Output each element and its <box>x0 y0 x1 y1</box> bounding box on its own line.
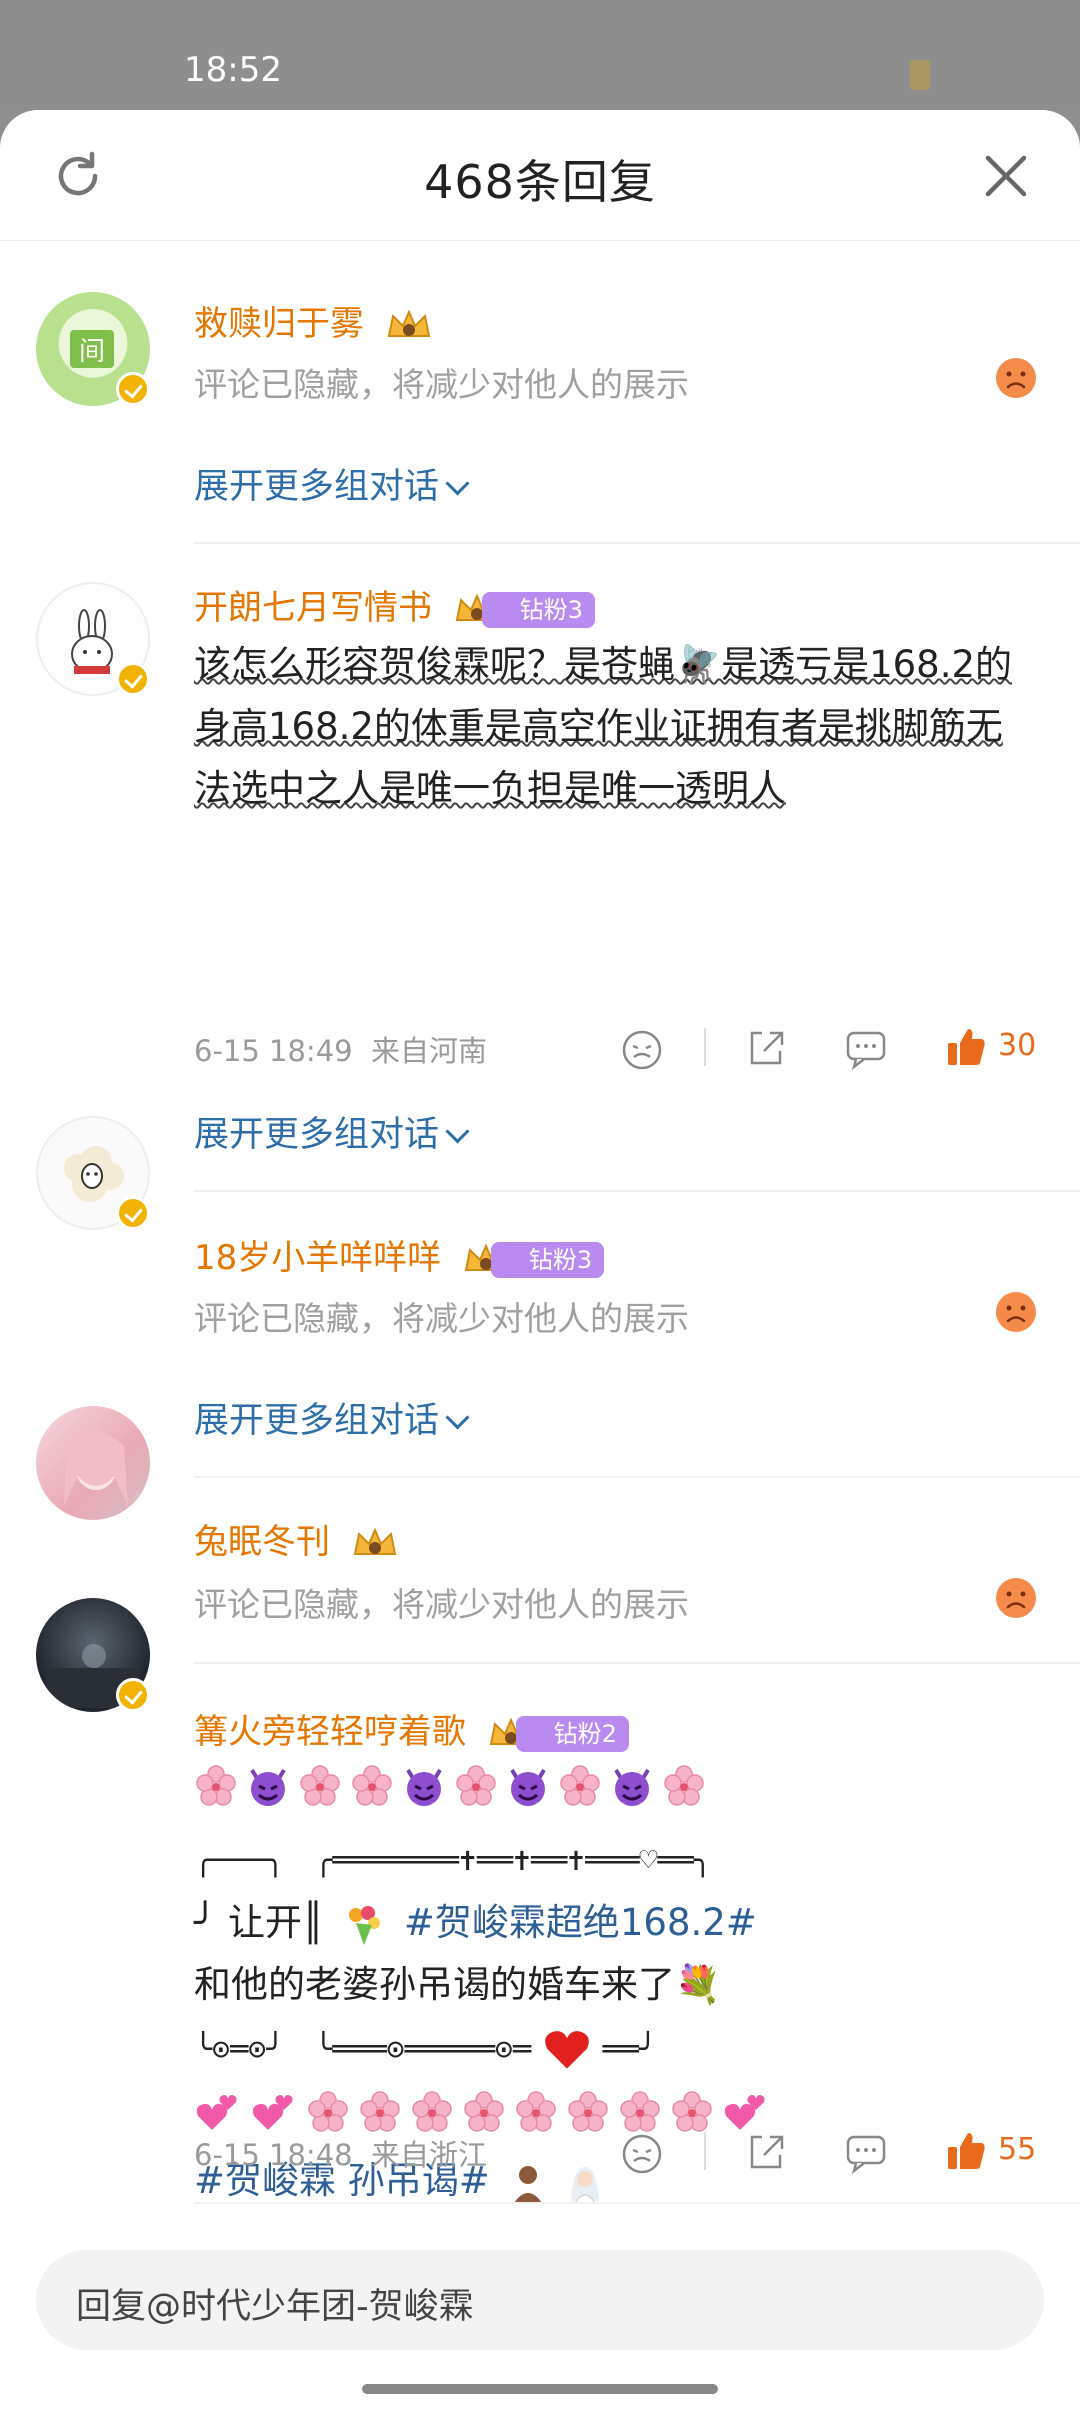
comment-time: 6-15 18:49 <box>194 1034 353 1068</box>
divider <box>194 2202 1080 2204</box>
smiling-devil-icon <box>250 1768 286 1806</box>
comment-meta: 6-15 18:49 来自河南 <box>194 1028 487 1070</box>
verified-badge-icon <box>116 372 150 406</box>
reply-input[interactable]: 回复@时代少年团-贺峻霖 <box>36 2250 1044 2350</box>
home-indicator[interactable] <box>362 2384 718 2394</box>
status-bar: 18:52 <box>0 0 1080 110</box>
reply-placeholder: 回复@时代少年团-贺峻霖 <box>76 2287 474 2327</box>
divider <box>704 2132 706 2170</box>
sad-face-outline-icon[interactable] <box>620 1022 664 1072</box>
comment-icon[interactable] <box>844 1022 888 1072</box>
comment-username[interactable]: 篝火旁轻轻哼着歌 钻粉2 <box>194 1704 629 1754</box>
avatar[interactable]: 间 <box>36 292 150 406</box>
comment-location: 来自浙江 <box>371 2138 488 2172</box>
comment-location: 来自河南 <box>371 1034 488 1068</box>
expand-conversations-link[interactable]: 展开更多组对话 <box>194 1392 470 1443</box>
hidden-comment-text: 评论已隐藏，将减少对他人的展示 <box>194 1299 689 1338</box>
hidden-comment-text: 评论已隐藏，将减少对他人的展示 <box>194 365 689 404</box>
divider: ══╯ <box>602 2032 657 2067</box>
verified-badge-icon <box>116 1678 150 1712</box>
comment-actions: 55 <box>620 2126 1040 2176</box>
avatar[interactable] <box>36 1598 150 1712</box>
like-icon[interactable] <box>944 1022 988 1072</box>
cherry-blossom-icon <box>560 1765 600 1806</box>
comment-username[interactable]: 救赎归于雾 <box>194 296 433 346</box>
close-icon[interactable] <box>982 152 1030 200</box>
comment-actions: 30 <box>620 1022 1040 1072</box>
sad-face-icon[interactable] <box>994 1290 1038 1334</box>
like-count: 30 <box>998 1028 1037 1063</box>
cherry-blossom-icon <box>352 1765 392 1806</box>
crown-icon <box>353 1526 397 1555</box>
avatar[interactable] <box>36 1406 150 1520</box>
like-count: 55 <box>998 2132 1037 2167</box>
verified-badge-icon <box>116 662 150 696</box>
hidden-comment-text: 评论已隐藏，将减少对他人的展示 <box>194 1585 689 1624</box>
cherry-blossom-icon <box>360 2091 400 2132</box>
battery-icon <box>910 60 930 90</box>
comment-meta: 6-15 18:48 来自浙江 <box>194 2132 487 2174</box>
cherry-blossom-icon <box>664 1765 704 1806</box>
comment-time: 6-15 18:48 <box>194 2138 353 2172</box>
cherry-blossom-icon <box>308 2091 348 2132</box>
divider <box>194 1190 1080 1192</box>
sheet-header: 468条回复 <box>0 110 1080 241</box>
hashtag-link[interactable]: #贺峻霖超绝168.2# <box>404 1901 757 1944</box>
red-heart-icon <box>544 2030 589 2069</box>
comment-body-line: ╯ 让开║ #贺峻霖超绝168.2# <box>194 1892 1034 1954</box>
chevron-down-icon <box>445 1405 470 1430</box>
fan-level-badge: 钻粉3 <box>481 591 595 628</box>
share-icon[interactable] <box>744 1022 788 1072</box>
comment-body-line: ╰⊙═⊙╯ ╰═══⊙═════⊙═ ══╯ <box>194 2016 1034 2081</box>
fan-level-badge: 钻粉3 <box>490 1241 605 1278</box>
divider <box>704 1028 706 1066</box>
emoji-row <box>194 1764 1034 1808</box>
avatar[interactable] <box>36 582 150 696</box>
verified-badge-icon <box>116 1196 150 1230</box>
expand-conversations-link[interactable]: 展开更多组对话 <box>194 458 470 509</box>
expand-conversations-link[interactable]: 展开更多组对话 <box>194 1106 470 1157</box>
smiling-devil-icon <box>510 1768 546 1806</box>
cherry-blossom-icon <box>196 1765 236 1806</box>
cherry-blossom-icon <box>568 2091 608 2132</box>
sad-face-icon[interactable] <box>994 356 1038 400</box>
cherry-blossom-icon <box>412 2091 452 2132</box>
replies-sheet: 468条回复 间 救赎归于雾 评论已隐藏，将减少对他人的展示 展开更多组对话 开… <box>0 110 1080 2412</box>
comment-username[interactable]: 18岁小羊咩咩咩 钻粉3 <box>194 1230 605 1280</box>
chevron-down-icon <box>445 471 470 496</box>
divider <box>194 1662 1080 1664</box>
avatar[interactable] <box>36 1116 150 1230</box>
fan-level-badge: 钻粉2 <box>515 1715 629 1752</box>
comment-icon[interactable] <box>844 2126 888 2176</box>
comment-username[interactable]: 开朗七月写情书 钻粉3 <box>194 580 595 630</box>
sad-face-icon[interactable] <box>994 1576 1038 1620</box>
cherry-blossom-icon <box>456 1765 496 1806</box>
cherry-blossom-icon <box>300 1765 340 1806</box>
like-icon[interactable] <box>944 2126 988 2176</box>
comment-username[interactable]: 兔眠冬刊 <box>194 1514 399 1564</box>
comment-body-line: 和他的老婆孙吊谒的婚车来了💐 <box>194 1963 722 2006</box>
divider <box>194 542 1080 544</box>
smiling-devil-icon <box>614 1768 650 1806</box>
share-icon[interactable] <box>744 2126 788 2176</box>
cherry-blossom-icon <box>464 2091 504 2132</box>
status-time: 18:52 <box>184 50 282 90</box>
svg-text:间: 间 <box>79 337 105 367</box>
crown-icon <box>387 308 431 337</box>
bouquet-icon <box>349 1905 381 1945</box>
sad-face-outline-icon[interactable] <box>620 2126 664 2176</box>
cherry-blossom-icon <box>516 2091 556 2132</box>
smiling-devil-icon <box>406 1768 442 1806</box>
two-hearts-icon <box>252 2095 293 2130</box>
two-hearts-icon <box>196 2095 237 2130</box>
comment-body-line: ╭───╮ ╭═══════✝══✝══✝═══♡══╮ <box>194 1843 712 1878</box>
chevron-down-icon <box>445 1119 470 1144</box>
divider <box>194 1476 1080 1478</box>
page-title: 468条回复 <box>424 155 656 209</box>
comment-body: 该怎么形容贺俊霖呢？是苍蝇🪰是透亏是168.2的身高168.2的体重是高空作业证… <box>194 643 1012 810</box>
